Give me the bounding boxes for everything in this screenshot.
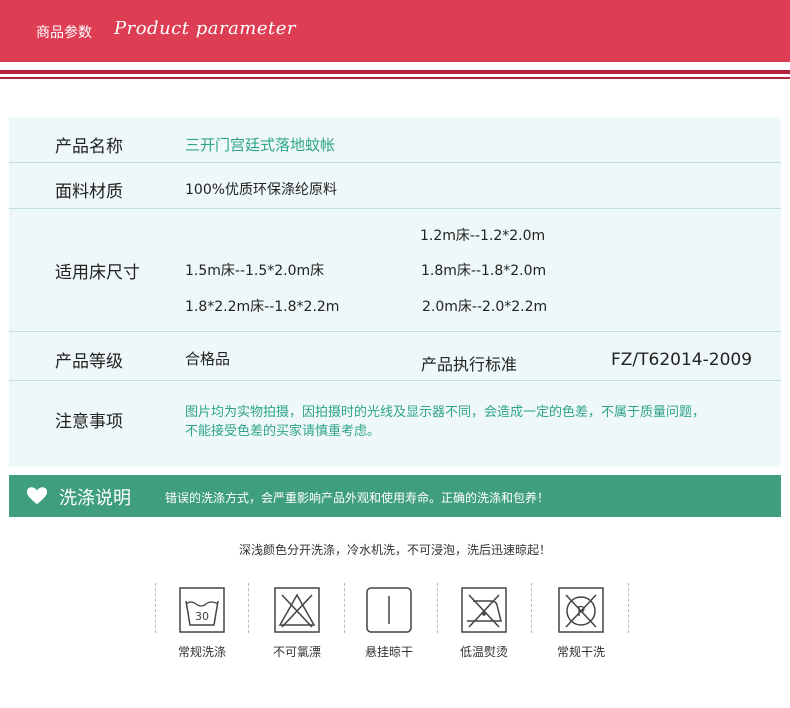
icon-label: 悬挂晾干 <box>364 645 413 659</box>
dry-clean-letter: P <box>577 605 585 620</box>
decorative-stripe-thin <box>0 77 790 79</box>
icon-separator <box>437 583 438 633</box>
hang-dry-icon <box>366 587 412 633</box>
dry-clean-icon: P <box>558 587 604 633</box>
icon-separator <box>628 583 629 633</box>
bed-size-label: 适用床尺寸 <box>55 263 140 283</box>
header-banner: 商品参数 Product parameter <box>0 0 790 62</box>
wash-30-icon: 30 <box>179 587 225 633</box>
standard-label: 产品执行标准 <box>421 355 518 374</box>
wash-description: 错误的洗涤方式，会严重影响产品外观和使用寿命。正确的洗涤和包养！ <box>165 491 550 505</box>
notice-line: 不能接受色差的买家请慎重考虑。 <box>185 424 381 439</box>
icon-label: 不可氯漂 <box>272 645 321 659</box>
grade-label: 产品等级 <box>55 352 123 372</box>
decorative-stripe <box>0 70 790 74</box>
table-divider <box>9 331 781 332</box>
low-iron-icon <box>461 587 507 633</box>
header-title-en: Product parameter <box>114 18 297 39</box>
wash-title: 洗涤说明 <box>59 488 131 509</box>
notice-label: 注意事项 <box>55 412 123 432</box>
table-divider <box>9 380 781 381</box>
no-bleach-icon <box>274 587 320 633</box>
bed-size-item: 1.8*2.2m床--1.8*2.2m <box>185 299 340 315</box>
bed-size-item: 1.2m床--1.2*2.0m <box>420 228 546 244</box>
material-value: 100%优质环保涤纶原料 <box>185 182 338 198</box>
wash-temp-label: 30 <box>195 610 209 623</box>
icon-label: 常规干洗 <box>556 645 605 659</box>
table-divider <box>9 208 781 209</box>
icon-label: 低温熨烫 <box>459 645 508 659</box>
icon-separator <box>155 583 156 633</box>
icon-separator <box>344 583 345 633</box>
bed-size-item: 1.8m床--1.8*2.0m <box>421 263 547 279</box>
header-title-cn: 商品参数 <box>36 25 92 41</box>
notice-text: 图片均为实物拍摄，因拍摄时的光线及显示器不同，会造成一定的色差，不属于质量问题，… <box>185 403 765 441</box>
notice-line: 图片均为实物拍摄，因拍摄时的光线及显示器不同，会造成一定的色差，不属于质量问题， <box>185 405 706 420</box>
standard-value: FZ/T62014-2009 <box>611 350 753 370</box>
heart-icon <box>26 487 48 505</box>
icon-separator <box>248 583 249 633</box>
bed-size-item: 2.0m床--2.0*2.2m <box>422 299 548 315</box>
icon-separator <box>531 583 532 633</box>
table-divider <box>9 162 781 163</box>
wash-tip: 深浅颜色分开洗涤，冷水机洗，不可浸泡，洗后迅速晾起！ <box>238 543 551 557</box>
material-label: 面料材质 <box>55 182 123 202</box>
product-name-label: 产品名称 <box>55 137 123 157</box>
product-name-value: 三开门宫廷式落地蚊帐 <box>185 136 336 154</box>
bed-size-item: 1.5m床--1.5*2.0m床 <box>185 263 325 279</box>
icon-label: 常规洗涤 <box>177 645 226 659</box>
grade-value: 合格品 <box>185 350 231 368</box>
